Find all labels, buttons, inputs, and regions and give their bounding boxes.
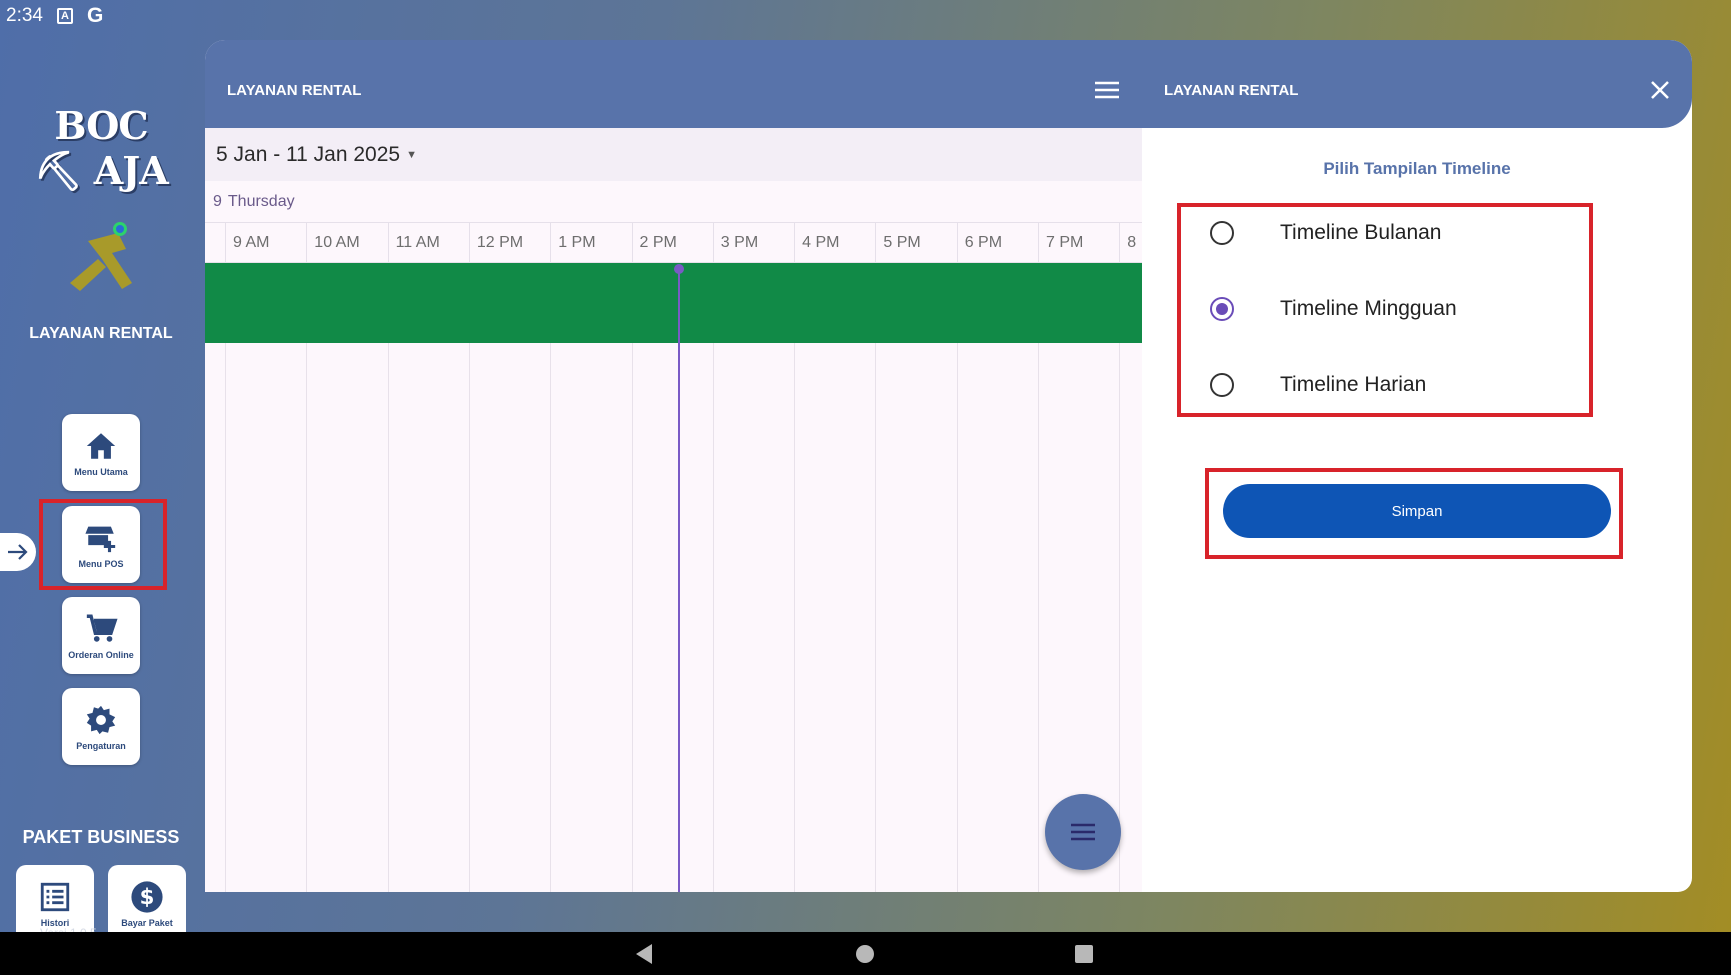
fab-menu-button[interactable]: [1045, 794, 1121, 870]
date-range-text: 5 Jan - 11 Jan 2025: [216, 142, 401, 166]
hour-label: 11 AM: [387, 223, 469, 263]
notification-a-icon: A: [56, 7, 73, 24]
home-icon: [86, 432, 116, 459]
status-bar: 2:34 A G: [0, 0, 1731, 31]
grid-line: [468, 263, 470, 892]
close-icon[interactable]: [1650, 80, 1670, 100]
brand-label: LAYANAN RENTAL: [29, 325, 173, 342]
grid-line: [1038, 263, 1039, 892]
cart-icon: [86, 614, 118, 642]
day-name: Thursday: [227, 192, 295, 210]
orderan-online-button[interactable]: Orderan Online: [62, 597, 140, 674]
app-logo: BOC ⛏ AJA: [34, 103, 168, 193]
svg-text:$: $: [140, 885, 155, 910]
hour-label: 2 PM: [631, 223, 713, 263]
hour-label: 10 AM: [306, 223, 387, 263]
home-nav-icon[interactable]: [855, 944, 875, 964]
google-icon: G: [86, 3, 104, 27]
hour-label: 6 PM: [956, 223, 1038, 263]
day-number: 9: [213, 192, 222, 210]
grid-line: [631, 263, 633, 892]
hammer-brand-icon: [70, 222, 132, 291]
hamburger-menu-icon[interactable]: [1094, 80, 1120, 100]
hour-label: 5 PM: [875, 223, 956, 263]
side-subtitle: Pilih Tampilan Timeline: [1323, 159, 1511, 178]
highlight-menu-pos: [39, 499, 167, 590]
highlight-options: [1177, 203, 1593, 417]
fab-menu-icon: [1071, 823, 1095, 841]
highlight-save: [1205, 468, 1623, 559]
grid-line: [550, 263, 552, 892]
pengaturan-label: Pengaturan: [76, 740, 126, 751]
hour-label: 1 PM: [550, 223, 631, 263]
android-nav-bar: [0, 932, 1731, 975]
main-title: LAYANAN RENTAL: [227, 81, 362, 99]
back-icon[interactable]: [634, 943, 654, 965]
grid-line: [956, 263, 958, 892]
hour-axis: 9 AM 10 AM 11 AM 12 PM 1 PM 2 PM 3 PM 4 PM 5 PM 6…: [205, 223, 1142, 263]
sidebar: BOC ⛏ AJA LAYANAN RENTAL Menu Utama Menu…: [0, 31, 205, 942]
hour-label: 4 PM: [794, 223, 875, 263]
recents-icon[interactable]: [1074, 944, 1094, 964]
grid-line: [306, 263, 308, 892]
list-icon: [40, 882, 70, 911]
gear-icon: [86, 705, 116, 734]
hour-label: 9 AM: [225, 223, 306, 263]
bayar-paket-label: Bayar Paket: [121, 917, 173, 928]
current-time-line: [678, 267, 680, 892]
pengaturan-button[interactable]: Pengaturan: [62, 688, 140, 765]
grid-line: [225, 263, 226, 892]
date-range-selector[interactable]: 5 Jan - 11 Jan 2025 ▼: [205, 128, 1142, 181]
bayar-paket-button[interactable]: $ Bayar Paket: [108, 865, 186, 942]
hour-label: 12 PM: [468, 223, 550, 263]
grid-line: [794, 263, 796, 892]
timeline-view-panel: LAYANAN RENTAL Pilih Tampilan Timeline T…: [1142, 40, 1692, 892]
grid-line: [387, 263, 389, 892]
orderan-online-label: Orderan Online: [68, 649, 134, 660]
hour-label: 7 PM: [1038, 223, 1119, 263]
current-time-marker: [674, 264, 684, 274]
grid-line: [875, 263, 877, 892]
side-header: LAYANAN RENTAL: [1142, 40, 1692, 128]
dollar-icon: $: [131, 880, 163, 913]
status-time: 2:34: [6, 4, 43, 26]
hour-label: 3 PM: [712, 223, 794, 263]
grid-line: [712, 263, 714, 892]
arrow-right-icon: [8, 544, 28, 560]
booking-block[interactable]: [205, 263, 1142, 343]
side-title: LAYANAN RENTAL: [1164, 81, 1299, 99]
dropdown-caret-icon: ▼: [406, 148, 417, 161]
timeline-grid[interactable]: [205, 263, 1142, 892]
day-header: 9 Thursday: [205, 181, 1142, 223]
menu-utama-button[interactable]: Menu Utama: [62, 414, 140, 491]
timeline-panel: LAYANAN RENTAL 5 Jan - 11 Jan 2025 ▼ 9 T…: [205, 40, 1142, 892]
menu-utama-label: Menu Utama: [74, 466, 128, 477]
paket-label: PAKET BUSINESS: [22, 827, 180, 847]
main-header: LAYANAN RENTAL: [205, 40, 1142, 128]
grid-line: [1119, 263, 1121, 892]
hour-label: 8: [1119, 223, 1142, 263]
